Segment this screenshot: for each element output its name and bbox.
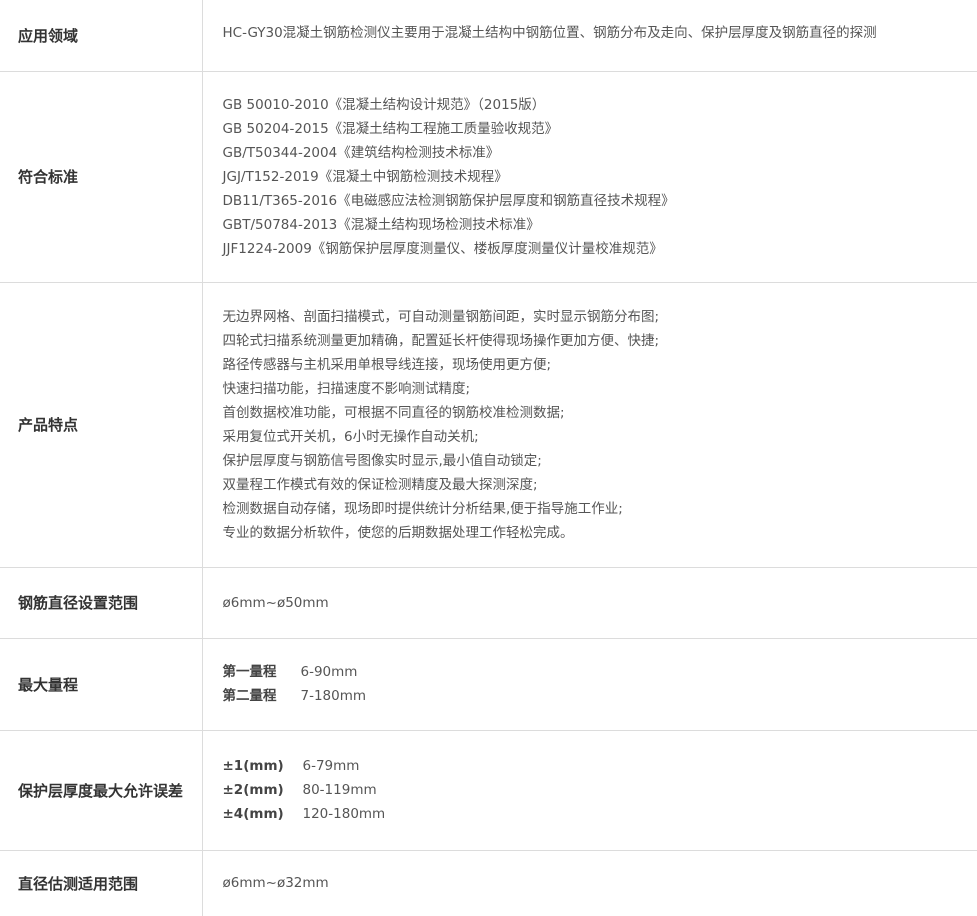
range-value: 7-180mm bbox=[300, 688, 367, 704]
range-key: 第二量程 bbox=[222, 688, 277, 704]
feature-line: 快速扫描功能，扫描速度不影响测试精度; bbox=[222, 380, 471, 397]
row-label: 应用领域 bbox=[0, 0, 203, 72]
spec-row-diameter-estimation-range: 直径估测适用范围 ø6mm~ø32mm bbox=[0, 850, 977, 916]
tolerance-line: ±1(mm) 6-79mm bbox=[223, 754, 977, 778]
standard-line: GB 50010-2010《混凝土结构设计规范》（2015版） bbox=[222, 96, 546, 113]
standard-line: GB/T50344-2004《建筑结构检测技术标准》 bbox=[222, 144, 500, 161]
row-label: 最大量程 bbox=[0, 638, 203, 731]
spec-row-rebar-diameter-range: 钢筋直径设置范围 ø6mm~ø50mm bbox=[0, 567, 977, 639]
feature-line: 双量程工作模式有效的保证检测精度及最大探测深度; bbox=[222, 476, 538, 493]
standard-line: DB11/T365-2016《电磁感应法检测钢筋保护层厚度和钢筋直径技术规程》 bbox=[222, 192, 675, 209]
range-key: 第一量程 bbox=[222, 664, 277, 680]
feature-line: 四轮式扫描系统测量更加精确，配置延长杆使得现场操作更加方便、快捷; bbox=[222, 332, 660, 349]
row-value: 无边界网格、剖面扫描模式，可自动测量钢筋间距，实时显示钢筋分布图; 四轮式扫描系… bbox=[202, 282, 977, 568]
spec-row-application: 应用领域 HC-GY30混凝土钢筋检测仪主要用于混凝土结构中钢筋位置、钢筋分布及… bbox=[0, 0, 977, 72]
feature-line: 采用复位式开关机，6小时无操作自动关机; bbox=[222, 428, 479, 445]
row-value: HC-GY30混凝土钢筋检测仪主要用于混凝土结构中钢筋位置、钢筋分布及走向、保护… bbox=[202, 0, 977, 72]
row-label: 保护层厚度最大允许误差 bbox=[0, 730, 203, 851]
value-line: ø6mm~ø32mm bbox=[222, 875, 329, 892]
tolerance-line: ±4(mm) 120-180mm bbox=[223, 802, 977, 826]
row-value: GB 50010-2010《混凝土结构设计规范》（2015版） GB 50204… bbox=[202, 71, 977, 283]
row-label: 钢筋直径设置范围 bbox=[0, 567, 203, 639]
row-value: ø6mm~ø32mm bbox=[202, 850, 977, 916]
feature-line: 无边界网格、剖面扫描模式，可自动测量钢筋间距，实时显示钢筋分布图; bbox=[222, 308, 660, 325]
tolerance-key: ±1(mm) bbox=[222, 758, 284, 774]
tolerance-value: 6-79mm bbox=[302, 758, 360, 774]
range-line: 第一量程 6-90mm bbox=[223, 660, 977, 684]
feature-line: 路径传感器与主机采用单根导线连接，现场使用更方便; bbox=[222, 356, 552, 373]
spec-row-cover-tolerance: 保护层厚度最大允许误差 ±1(mm) 6-79mm ±2(mm) 80-119mm … bbox=[0, 730, 977, 851]
tolerance-key: ±4(mm) bbox=[222, 806, 284, 822]
row-label: 产品特点 bbox=[0, 282, 203, 568]
row-label: 直径估测适用范围 bbox=[0, 850, 203, 916]
feature-line: 检测数据自动存储，现场即时提供统计分析结果,便于指导施工作业; bbox=[222, 500, 623, 517]
standard-line: GB 50204-2015《混凝土结构工程施工质量验收规范》 bbox=[222, 120, 559, 137]
tolerance-value: 120-180mm bbox=[302, 806, 386, 822]
feature-line: 保护层厚度与钢筋信号图像实时显示,最小值自动锁定; bbox=[222, 452, 542, 469]
row-value: ±1(mm) 6-79mm ±2(mm) 80-119mm ±4(mm) 120-18… bbox=[202, 730, 977, 851]
tolerance-key: ±2(mm) bbox=[222, 782, 284, 798]
standard-line: JGJ/T152-2019《混凝土中钢筋检测技术规程》 bbox=[222, 168, 508, 185]
spec-row-standards: 符合标准 GB 50010-2010《混凝土结构设计规范》（2015版） GB … bbox=[0, 71, 977, 283]
standard-line: JJF1224-2009《钢筋保护层厚度测量仪、楼板厚度测量仪计量校准规范》 bbox=[222, 240, 663, 257]
standard-line: GBT/50784-2013《混凝土结构现场检测技术标准》 bbox=[222, 216, 540, 233]
feature-line: 专业的数据分析软件，使您的后期数据处理工作轻松完成。 bbox=[222, 524, 574, 541]
value-line: ø6mm~ø50mm bbox=[222, 594, 329, 611]
spec-table: 应用领域 HC-GY30混凝土钢筋检测仪主要用于混凝土结构中钢筋位置、钢筋分布及… bbox=[0, 0, 977, 916]
feature-line: 首创数据校准功能，可根据不同直径的钢筋校准检测数据; bbox=[222, 404, 565, 421]
row-value: ø6mm~ø50mm bbox=[202, 567, 977, 639]
tolerance-value: 80-119mm bbox=[302, 782, 377, 798]
row-value: 第一量程 6-90mm 第二量程 7-180mm bbox=[202, 638, 977, 731]
tolerance-line: ±2(mm) 80-119mm bbox=[223, 778, 977, 802]
row-label: 符合标准 bbox=[0, 71, 203, 283]
range-line: 第二量程 7-180mm bbox=[223, 684, 977, 708]
spec-row-features: 产品特点 无边界网格、剖面扫描模式，可自动测量钢筋间距，实时显示钢筋分布图; 四… bbox=[0, 282, 977, 568]
range-value: 6-90mm bbox=[300, 664, 358, 680]
value-line: HC-GY30混凝土钢筋检测仪主要用于混凝土结构中钢筋位置、钢筋分布及走向、保护… bbox=[222, 25, 877, 42]
spec-row-max-range: 最大量程 第一量程 6-90mm 第二量程 7-180mm bbox=[0, 638, 977, 731]
